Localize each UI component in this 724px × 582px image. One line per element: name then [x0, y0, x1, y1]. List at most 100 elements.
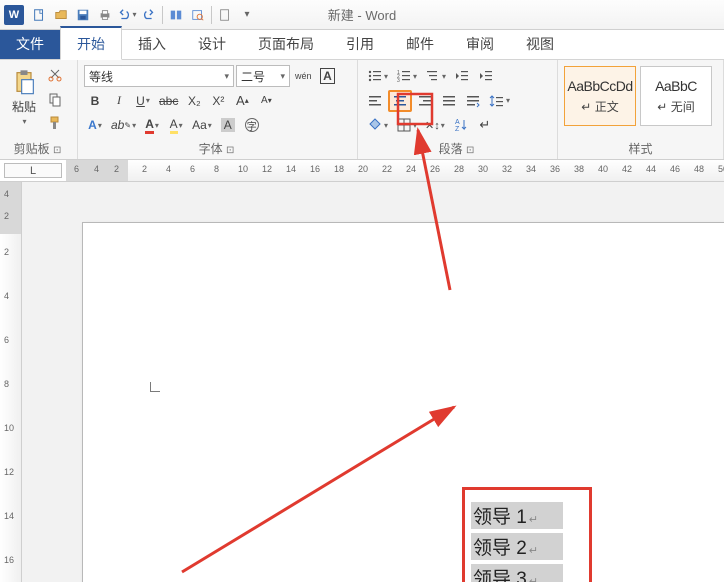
style-normal[interactable]: AaBbCcDd ↵ 正文 [564, 66, 636, 126]
reading-mode-icon[interactable] [165, 4, 187, 26]
document-text-line[interactable]: 领导 3↵ [471, 564, 563, 582]
numbering-button[interactable]: 123▾ [393, 65, 420, 87]
dialog-launcher-icon[interactable]: ⊡ [226, 145, 236, 156]
save-icon[interactable] [72, 4, 94, 26]
undo-icon[interactable]: ▾ [116, 4, 138, 26]
horizontal-ruler[interactable]: 6422468101214161820222426283032343638404… [66, 160, 724, 181]
increase-indent-button[interactable] [475, 65, 497, 87]
highlight-button[interactable]: A▾ [141, 114, 163, 136]
tab-references[interactable]: 引用 [330, 28, 390, 59]
superscript-button[interactable]: X² [207, 90, 229, 112]
paragraph-mark-icon: ↵ [529, 514, 538, 526]
qat-separator [162, 6, 163, 24]
new-doc-icon[interactable] [28, 4, 50, 26]
para-mark-icon: ↵ [581, 100, 591, 114]
copy-button[interactable] [44, 88, 66, 110]
tab-file[interactable]: 文件 [0, 28, 60, 59]
document-page[interactable] [82, 222, 724, 582]
open-icon[interactable] [50, 4, 72, 26]
document-text-line[interactable]: 领导 2↵ [471, 533, 563, 560]
align-left-button[interactable] [364, 90, 386, 112]
show-marks-button[interactable]: ↵ [474, 114, 496, 136]
print-icon[interactable] [94, 4, 116, 26]
character-shading-button[interactable]: A [217, 114, 239, 136]
style-name: 正文 [595, 100, 619, 114]
dialog-launcher-icon[interactable]: ⊡ [466, 145, 476, 156]
redo-icon[interactable] [138, 4, 160, 26]
tab-selector[interactable]: L [4, 163, 62, 178]
group-label-paragraph: 段落 ⊡ [364, 138, 551, 157]
style-sample: AaBbC [655, 78, 697, 94]
text-effects-button[interactable]: A▾ [84, 114, 106, 136]
paste-button[interactable]: 粘贴 ▾ [6, 64, 42, 130]
group-clipboard: 粘贴 ▾ 剪贴板 ⊡ [0, 60, 78, 159]
change-case-button[interactable]: Aa▾ [189, 114, 215, 136]
tab-design[interactable]: 设计 [182, 28, 242, 59]
group-font: 等线▾ 二号▾ wén A B I U▾ abc X₂ X² A▴ A▾ A▾ … [78, 60, 358, 159]
tab-layout[interactable]: 页面布局 [242, 28, 330, 59]
shading-button[interactable]: ▾ [364, 114, 391, 136]
document-text-line[interactable]: 领导 1↵ [471, 502, 563, 529]
margin-corner-marker [150, 382, 160, 392]
svg-text:Z: Z [455, 126, 460, 133]
style-sample: AaBbCcDd [567, 78, 632, 94]
group-label-clipboard: 剪贴板 ⊡ [6, 138, 71, 157]
ribbon-tabs: 文件 开始 插入 设计 页面布局 引用 邮件 审阅 视图 [0, 30, 724, 60]
font-color-button[interactable]: A▾ [165, 114, 187, 136]
selected-text-block[interactable]: 领导 1↵领导 2↵领导 3↵领导 4↵领导 5↵ [462, 487, 592, 582]
grow-font-button[interactable]: A▴ [231, 90, 253, 112]
ribbon: 粘贴 ▾ 剪贴板 ⊡ 等线▾ 二号▾ wén A B I U▾ abc X₂ X… [0, 60, 724, 160]
customize-qat-icon[interactable]: ▾ [236, 4, 258, 26]
work-area: 42246810121416 领导 1↵领导 2↵领导 3↵领导 4↵领导 5↵ [0, 182, 724, 582]
shrink-font-button[interactable]: A▾ [255, 90, 277, 112]
paste-label: 粘贴 [12, 98, 36, 115]
strikethrough-button[interactable]: abc [156, 90, 181, 112]
app-icon: W [4, 5, 24, 25]
decrease-indent-button[interactable] [451, 65, 473, 87]
dialog-launcher-icon[interactable]: ⊡ [53, 145, 63, 156]
page-viewport[interactable]: 领导 1↵领导 2↵领导 3↵领导 4↵领导 5↵ [22, 182, 724, 582]
tab-home[interactable]: 开始 [60, 26, 122, 60]
enclose-characters-button[interactable]: 字 [241, 114, 263, 136]
asian-layout-button[interactable]: ✕↕▾ [422, 114, 448, 136]
group-styles: AaBbCcDd ↵ 正文 AaBbC ↵ 无间 样式 [558, 60, 724, 159]
style-name: 无间 [671, 100, 695, 114]
distribute-button[interactable] [462, 90, 484, 112]
line-spacing-button[interactable]: ▾ [486, 90, 513, 112]
para-mark-icon: ↵ [657, 100, 667, 114]
font-family-combo[interactable]: 等线▾ [84, 65, 234, 87]
justify-button[interactable] [438, 90, 460, 112]
tab-review[interactable]: 审阅 [450, 28, 510, 59]
format-painter-button[interactable] [44, 112, 66, 134]
italic-button[interactable]: I [108, 90, 130, 112]
subscript-button[interactable]: X₂ [183, 90, 205, 112]
phonetic-guide-button[interactable]: wén [292, 65, 315, 87]
multilevel-list-button[interactable]: ▾ [422, 65, 449, 87]
align-center-button[interactable] [388, 90, 412, 112]
cut-button[interactable] [44, 64, 66, 86]
tab-view[interactable]: 视图 [510, 28, 570, 59]
bold-button[interactable]: B [84, 90, 106, 112]
borders-button[interactable]: ▾ [393, 114, 420, 136]
svg-text:3: 3 [397, 78, 400, 84]
clear-formatting-button[interactable]: ab✎▾ [108, 114, 139, 136]
tab-insert[interactable]: 插入 [122, 28, 182, 59]
style-no-spacing[interactable]: AaBbC ↵ 无间 [640, 66, 712, 126]
group-label-styles: 样式 [564, 138, 717, 157]
find-replace-icon[interactable] [187, 4, 209, 26]
sort-button[interactable]: AZ [450, 114, 472, 136]
svg-text:A: A [455, 119, 460, 126]
qat-separator [211, 6, 212, 24]
paragraph-mark-icon: ↵ [529, 545, 538, 557]
paragraph-mark-icon: ↵ [529, 576, 538, 582]
character-border-button[interactable]: A [317, 65, 339, 87]
align-right-button[interactable] [414, 90, 436, 112]
font-size-combo[interactable]: 二号▾ [236, 65, 290, 87]
tab-mailings[interactable]: 邮件 [390, 28, 450, 59]
underline-button[interactable]: U▾ [132, 90, 154, 112]
blank-doc-icon[interactable] [214, 4, 236, 26]
bullets-button[interactable]: ▾ [364, 65, 391, 87]
vertical-ruler[interactable]: 42246810121416 [0, 182, 22, 582]
group-label-font: 字体 ⊡ [84, 138, 351, 157]
ruler-row: L 64224681012141618202224262830323436384… [0, 160, 724, 182]
